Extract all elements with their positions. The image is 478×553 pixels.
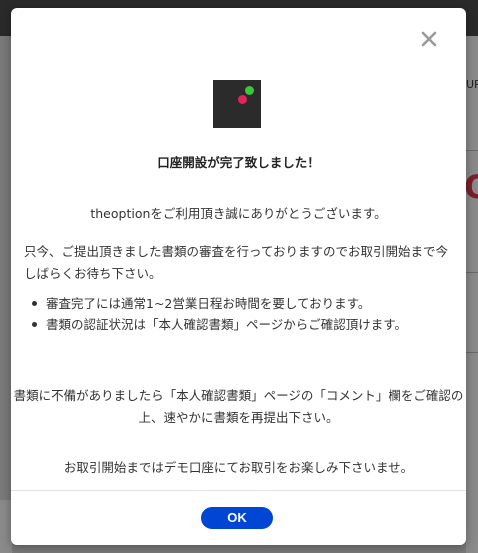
logo-red-dot [238, 95, 247, 104]
list-item: 審査完了には通常1~2営業日程お時間を要しております。 [24, 293, 449, 314]
theoption-logo-icon [213, 80, 261, 128]
demo-notice: お取引開始まではデモ口座にてお取引をお楽しみ下さいませ。 [63, 460, 414, 475]
footer-divider [11, 490, 466, 491]
logo-green-dot [245, 86, 254, 95]
dialog-title: 口座開設が完了致しました！ [157, 155, 320, 170]
background-divider [466, 272, 478, 273]
background-side-text: UP [466, 78, 478, 91]
review-details-list: 審査完了には通常1~2営業日程お時間を要しております。 書類の認証状況は「本人確… [24, 293, 449, 335]
background-divider [466, 352, 478, 353]
ok-button[interactable]: OK [201, 507, 273, 529]
account-opened-dialog: 口座開設が完了致しました！ theoptionをご利用頂き誠にありがとうございま… [11, 8, 466, 545]
bullet-icon [32, 301, 37, 306]
thanks-message: theoptionをご利用頂き誠にありがとうございます。 [90, 206, 387, 221]
list-item-text: 審査完了には通常1~2営業日程お時間を要しております。 [46, 296, 371, 311]
bullet-icon [32, 322, 37, 327]
background-right-column [466, 36, 478, 553]
list-item: 書類の認証状況は「本人確認書類」ページからご確認頂けます。 [24, 314, 449, 335]
background-large-text: O [464, 168, 478, 206]
review-notice: 只今、ご提出頂きました書類の審査を行っておりますのでお取引開始まで今しばらくお待… [24, 244, 449, 281]
list-item-text: 書類の認証状況は「本人確認書類」ページからご確認頂けます。 [46, 317, 408, 332]
background-divider [466, 150, 478, 151]
close-icon[interactable] [418, 28, 440, 50]
documents-notice: 書類に不備がありましたら「本人確認書類」ページの「コメント」欄をご確認の上、速や… [13, 388, 464, 425]
